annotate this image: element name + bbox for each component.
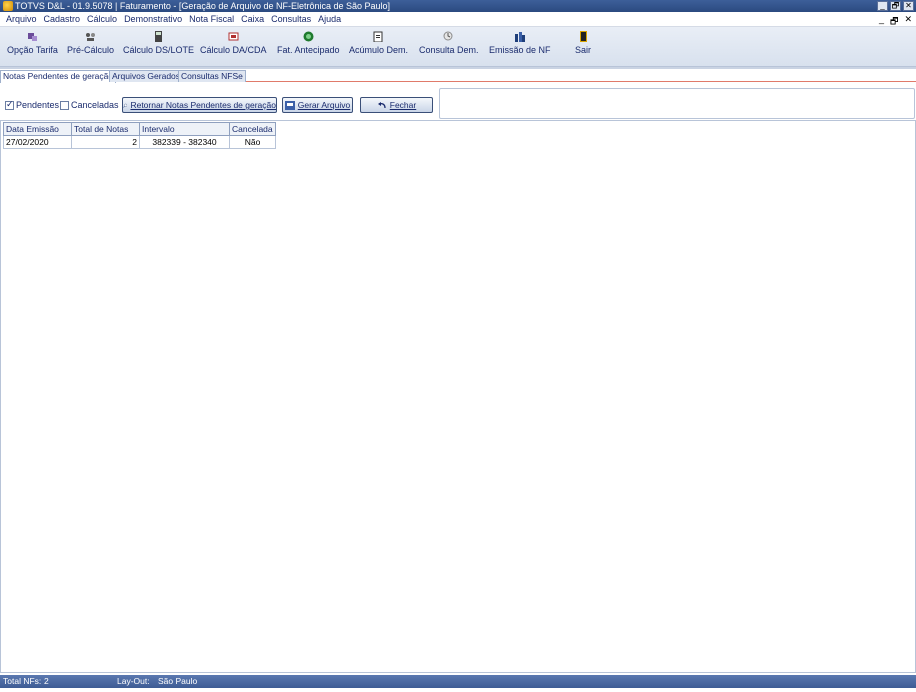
- toolbar-emissao-nf-button[interactable]: Emissão de NF: [489, 31, 551, 55]
- window-controls: _ 🗗 ✕: [877, 1, 914, 11]
- exit-door-icon: [579, 31, 587, 42]
- toolbar: Opção Tarifa Pré-Cálculo Cálculo DS/LOTE…: [0, 27, 916, 67]
- cell-data-emissao[interactable]: 27/02/2020: [3, 135, 72, 149]
- retornar-notas-button[interactable]: Retornar Notas Pendentes de geração: [122, 97, 277, 113]
- toolbar-calculo-da-cda-button[interactable]: Cálculo DA/CDA: [200, 31, 267, 55]
- generate-file-icon: [284, 100, 295, 110]
- query-icon: [443, 31, 453, 41]
- table-row[interactable]: 27/02/2020 2 382339 - 382340 Não: [3, 135, 276, 149]
- toolbar-label: Consulta Dem.: [419, 45, 479, 55]
- retornar-notas-label: Retornar Notas Pendentes de geração: [130, 100, 276, 110]
- canceladas-label: Canceladas: [71, 100, 119, 110]
- undo-arrow-icon: [377, 101, 386, 108]
- filter-panel: Pendentes Canceladas Retornar Notas Pend…: [0, 88, 438, 119]
- menu-cadastro[interactable]: Cadastro: [44, 14, 81, 24]
- gerar-arquivo-label: Gerar Arquivo: [297, 100, 351, 110]
- layout-label: Lay-Out:: [117, 676, 150, 686]
- tariff-option-icon: [27, 33, 37, 41]
- column-header-data-emissao[interactable]: Data Emissão: [3, 122, 72, 136]
- toolbar-acumulo-dem-button[interactable]: Acúmulo Dem.: [349, 31, 408, 55]
- app-logo-icon: [3, 1, 13, 11]
- fechar-label: Fechar: [389, 100, 417, 110]
- statusbar: Total NFs: 2 Lay-Out: São Paulo: [0, 675, 916, 688]
- window-title: TOTVS D&L - 01.9.5078 | Faturamento - [G…: [15, 1, 391, 11]
- toolbar-divider: [0, 67, 916, 69]
- fechar-button[interactable]: Fechar: [360, 97, 433, 113]
- invoice-issue-icon: [515, 32, 526, 42]
- toolbar-label: Emissão de NF: [489, 45, 551, 55]
- column-header-total-notas[interactable]: Total de Notas: [71, 122, 140, 136]
- total-nfs-value: 2: [44, 676, 49, 686]
- menubar: Arquivo Cadastro Cálculo Demonstrativo N…: [0, 12, 916, 27]
- cell-intervalo[interactable]: 382339 - 382340: [139, 135, 230, 149]
- pendentes-checkbox[interactable]: Pendentes: [5, 99, 60, 110]
- pendentes-label: Pendentes: [16, 100, 60, 110]
- tab-strip: Notas Pendentes de geração Arquivos Gera…: [0, 70, 916, 83]
- magnifier-icon: [123, 103, 128, 108]
- menu-consultas[interactable]: Consultas: [271, 14, 311, 24]
- tab-consultas-nfse[interactable]: Consultas NFSe: [178, 70, 246, 82]
- advance-billing-icon: [303, 31, 314, 42]
- notes-grid: Data Emissão Total de Notas Intervalo Ca…: [3, 122, 276, 149]
- menu-calculo[interactable]: Cálculo: [87, 14, 117, 24]
- menu-nota-fiscal[interactable]: Nota Fiscal: [189, 14, 234, 24]
- menu-ajuda[interactable]: Ajuda: [318, 14, 341, 24]
- grid-header-row: Data Emissão Total de Notas Intervalo Ca…: [3, 122, 276, 136]
- toolbar-label: Pré-Cálculo: [67, 45, 115, 55]
- gerar-arquivo-button[interactable]: Gerar Arquivo: [282, 97, 353, 113]
- column-header-cancelada[interactable]: Cancelada: [229, 122, 276, 136]
- checkbox-box[interactable]: [5, 99, 14, 110]
- toolbar-label: Cálculo DS/LOTE: [123, 45, 195, 55]
- window-titlebar: TOTVS D&L - 01.9.5078 | Faturamento - [G…: [0, 0, 916, 12]
- calc-da-icon: [228, 32, 239, 41]
- filter-bar: Pendentes Canceladas Retornar Notas Pend…: [0, 88, 916, 119]
- toolbar-consulta-dem-button[interactable]: Consulta Dem.: [419, 31, 479, 55]
- toolbar-pre-calculo-button[interactable]: Pré-Cálculo: [67, 31, 114, 55]
- canceladas-checkbox[interactable]: Canceladas: [60, 100, 119, 110]
- empty-info-panel: [439, 88, 915, 119]
- checkbox-box[interactable]: [60, 100, 69, 110]
- layout-value: São Paulo: [158, 676, 198, 686]
- tab-arquivos-gerados[interactable]: Arquivos Gerados: [109, 70, 184, 82]
- accumulate-icon: [373, 31, 383, 42]
- toolbar-label: Acúmulo Dem.: [349, 45, 409, 55]
- menu-caixa[interactable]: Caixa: [241, 14, 264, 24]
- menu-demonstrativo[interactable]: Demonstrativo: [124, 14, 182, 24]
- toolbar-fat-antecipado-button[interactable]: Fat. Antecipado: [277, 31, 340, 55]
- notes-grid-area: Data Emissão Total de Notas Intervalo Ca…: [0, 120, 916, 673]
- toolbar-calculo-ds-lote-button[interactable]: Cálculo DS/LOTE: [123, 31, 194, 55]
- toolbar-label: Opção Tarifa: [7, 45, 58, 55]
- toolbar-label: Fat. Antecipado: [277, 45, 340, 55]
- cell-cancelada[interactable]: Não: [229, 135, 276, 149]
- close-button[interactable]: ✕: [903, 1, 914, 11]
- restore-button[interactable]: 🗗: [890, 1, 901, 11]
- pre-calc-icon: [86, 33, 96, 41]
- toolbar-label: Cálculo DA/CDA: [200, 45, 267, 55]
- toolbar-opcao-tarifa-button[interactable]: Opção Tarifa: [7, 31, 58, 55]
- total-nfs-label: Total NFs:: [3, 676, 42, 686]
- toolbar-sair-button[interactable]: Sair: [575, 31, 591, 55]
- tab-notas-pendentes[interactable]: Notas Pendentes de geração: [0, 70, 117, 83]
- column-header-intervalo[interactable]: Intervalo: [139, 122, 230, 136]
- calculator-icon: [155, 31, 163, 42]
- toolbar-label: Sair: [575, 45, 592, 55]
- cell-total-notas[interactable]: 2: [71, 135, 140, 149]
- menu-arquivo[interactable]: Arquivo: [6, 14, 37, 24]
- minimize-button[interactable]: _: [877, 1, 888, 11]
